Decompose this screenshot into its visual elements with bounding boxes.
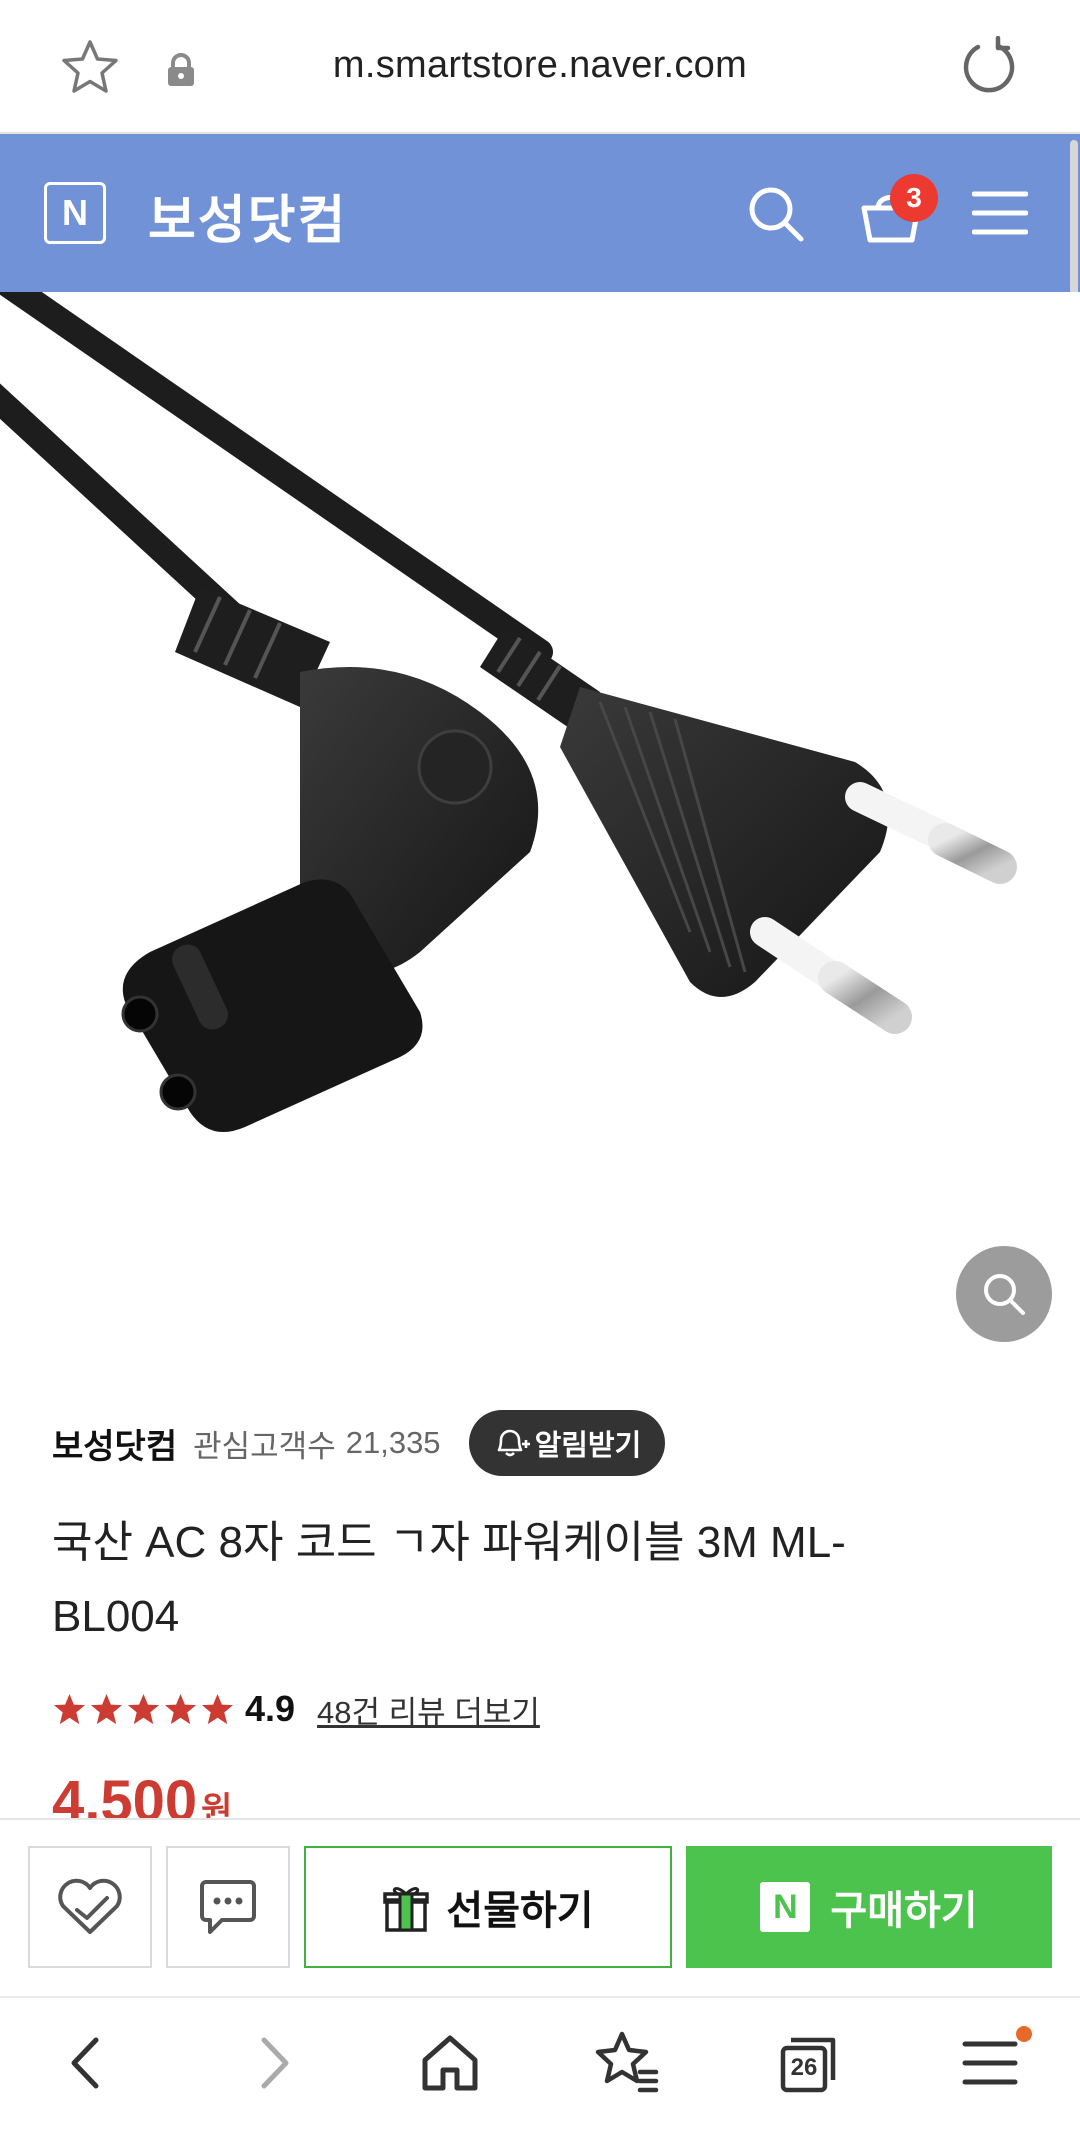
buy-label: 구매하기 — [830, 1889, 978, 1933]
review-link[interactable]: 48건 리뷰 더보기 — [317, 1687, 540, 1732]
gift-label: 선물하기 — [446, 1889, 594, 1933]
naver-logo[interactable]: N — [44, 182, 106, 244]
chat-icon — [200, 1880, 256, 1934]
cart-count-badge[interactable]: 3 — [890, 174, 938, 222]
rating-row: 4.9 48건 리뷰 더보기 — [52, 1684, 540, 1734]
notify-button[interactable]: 알림받기 — [468, 1410, 666, 1476]
home-icon[interactable] — [415, 2028, 485, 2098]
seller-row: 보성닷컴 관심고객수 21,335 알림받기 — [52, 1410, 666, 1476]
menu-icon[interactable] — [972, 188, 1028, 238]
notification-dot — [1016, 2026, 1032, 2042]
purchase-action-bar: 선물하기 N 구매하기 — [0, 1818, 1080, 1996]
naver-pay-logo: N — [760, 1882, 811, 1932]
image-zoom-button[interactable] — [956, 1246, 1052, 1342]
rating-stars — [52, 1692, 237, 1727]
star-filled-icon — [201, 1693, 234, 1724]
product-title: 국산 AC 8자 코드 ㄱ자 파워케이블 3M ML-BL004 — [52, 1518, 846, 1641]
search-icon[interactable] — [746, 184, 806, 244]
buy-button[interactable]: N 구매하기 — [686, 1846, 1052, 1968]
seller-name[interactable]: 보성닷컴 — [52, 1419, 177, 1468]
browser-menu-icon[interactable] — [955, 2028, 1025, 2098]
forward-icon[interactable] — [238, 2028, 308, 2098]
talk-button[interactable] — [166, 1846, 290, 1968]
bell-plus-icon — [497, 1429, 530, 1457]
notify-label: 알림받기 — [534, 1430, 642, 1462]
back-icon[interactable] — [52, 2028, 122, 2098]
star-filled-icon — [90, 1693, 123, 1724]
power-cable-image — [0, 292, 1017, 1132]
product-image[interactable] — [0, 292, 1080, 1352]
follower-count: 21,335 — [345, 1425, 441, 1460]
zoom-search-icon — [984, 1274, 1025, 1315]
reload-icon[interactable] — [958, 36, 1020, 98]
follower-label: 관심고객수 — [193, 1428, 336, 1464]
store-header: N 보성닷컴 3 — [0, 134, 1080, 292]
star-filled-icon — [53, 1693, 86, 1724]
store-name[interactable]: 보성닷컴 — [148, 178, 347, 253]
url-text[interactable]: m.smartstore.naver.com — [0, 44, 1080, 87]
scroll-indicator[interactable] — [1070, 140, 1078, 315]
star-filled-icon — [127, 1693, 160, 1724]
heart-check-icon — [58, 1878, 122, 1934]
gift-button[interactable]: 선물하기 — [304, 1846, 672, 1968]
browser-bottom-nav: 26 — [0, 1996, 1080, 2131]
wishlist-button[interactable] — [28, 1846, 152, 1968]
tab-count: 26 — [790, 2054, 818, 2081]
tabs-button[interactable]: 26 — [775, 2028, 845, 2098]
gift-icon — [383, 1887, 430, 1932]
star-filled-icon — [164, 1693, 197, 1724]
rating-score: 4.9 — [245, 1688, 296, 1729]
bookmarks-icon[interactable] — [592, 2028, 662, 2098]
browser-url-bar: m.smartstore.naver.com — [0, 0, 1080, 134]
